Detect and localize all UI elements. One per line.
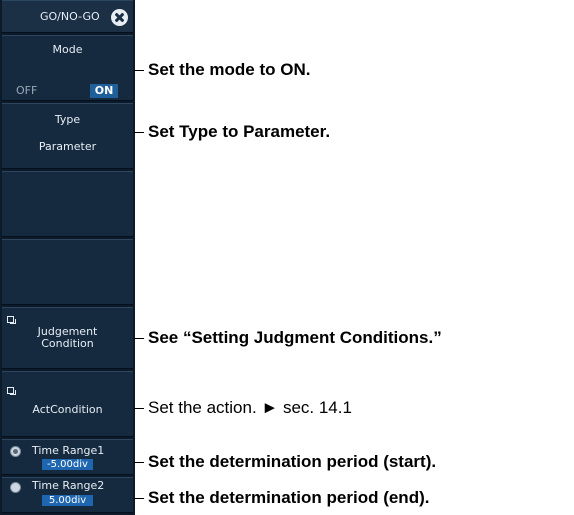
callout-end: Set the determination period (end).	[148, 488, 430, 507]
go-nogo-menu-panel: GO/NO-GO Mode OFF ON Type Parameter Judg…	[0, 0, 135, 515]
submenu-icon	[7, 316, 16, 324]
leader-start	[134, 462, 144, 463]
callout-start: Set the determination period (start).	[148, 452, 437, 471]
mode-softkey[interactable]: Mode OFF ON	[2, 35, 133, 101]
type-value: Parameter	[38, 140, 97, 153]
time-range2-softkey[interactable]: Time Range2 5.00div	[2, 477, 133, 513]
mode-off-option[interactable]: OFF	[16, 84, 42, 98]
leader-end	[134, 498, 144, 499]
act-condition-softkey[interactable]: ActCondition	[2, 371, 133, 437]
mode-on-option[interactable]: ON	[90, 84, 118, 98]
leader-judgement	[134, 338, 144, 339]
callout-judgement: See “Setting Judgment Conditions.”	[148, 328, 442, 347]
type-softkey[interactable]: Type Parameter	[2, 103, 133, 169]
leader-mode	[134, 70, 144, 71]
act-condition-label: ActCondition	[32, 403, 103, 416]
callout-action: Set the action. ► sec. 14.1	[148, 398, 352, 417]
type-label: Type	[54, 113, 81, 126]
leader-action	[134, 408, 144, 409]
empty-softkey-2	[2, 239, 133, 305]
mode-label: Mode	[52, 43, 83, 56]
time-range1-softkey[interactable]: Time Range1 -5.00div	[2, 439, 133, 475]
time-range1-label: Time Range1	[32, 444, 105, 457]
time-range1-value[interactable]: -5.00div	[42, 459, 93, 470]
submenu-icon	[7, 387, 16, 395]
leader-type	[134, 132, 144, 133]
empty-softkey-1	[2, 171, 133, 237]
radio-icon[interactable]	[10, 482, 21, 493]
time-range2-value[interactable]: 5.00div	[42, 495, 93, 506]
radio-selected-icon[interactable]	[10, 446, 21, 457]
time-range2-label: Time Range2	[32, 479, 105, 492]
menu-header: GO/NO-GO	[2, 0, 133, 33]
judgement-condition-softkey[interactable]: Judgement Condition	[2, 307, 133, 369]
judgement-label-line2: Condition	[41, 337, 94, 350]
callout-type: Set Type to Parameter.	[148, 122, 331, 141]
callout-mode: Set the mode to ON.	[148, 60, 311, 79]
close-icon[interactable]	[111, 9, 128, 26]
menu-title: GO/NO-GO	[40, 10, 100, 23]
